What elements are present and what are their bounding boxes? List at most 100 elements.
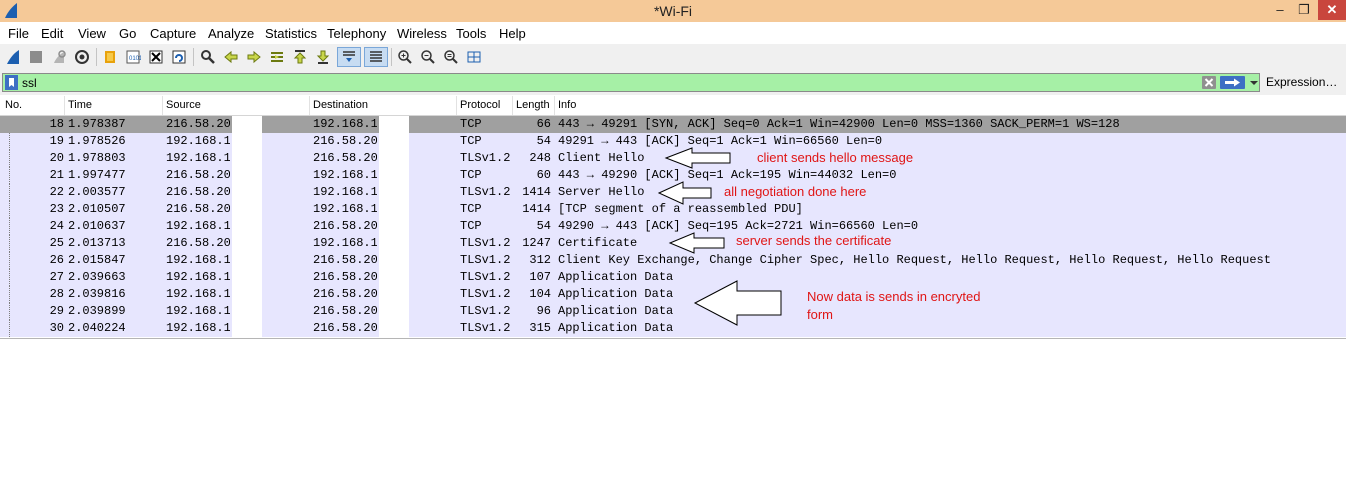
expression-button[interactable]: Expression… <box>1266 75 1337 89</box>
close-file-icon[interactable] <box>146 47 166 67</box>
packet-info: Client Key Exchange, Change Cipher Spec,… <box>558 253 1271 267</box>
menu-tools[interactable]: Tools <box>456 26 486 41</box>
menu-view[interactable]: View <box>78 26 106 41</box>
restart-icon[interactable] <box>49 47 69 67</box>
reload-file-icon[interactable] <box>169 47 189 67</box>
packet-number: 18 <box>49 117 64 131</box>
apply-filter-icon[interactable] <box>1220 76 1245 89</box>
column-header-info[interactable]: Info <box>558 99 576 111</box>
redaction-mask <box>232 235 262 252</box>
menu-telephony[interactable]: Telephony <box>327 26 386 41</box>
normal-size-icon[interactable] <box>441 47 461 67</box>
packet-protocol: TCP <box>460 134 482 148</box>
packet-number: 27 <box>49 270 64 284</box>
column-divider[interactable] <box>456 96 457 115</box>
packet-length: 1247 <box>522 236 551 250</box>
save-file-icon[interactable]: 0101 <box>123 47 143 67</box>
column-header-source[interactable]: Source <box>166 99 201 111</box>
packet-destination: 216.58.20: <box>313 219 377 233</box>
column-header-time[interactable]: Time <box>68 99 92 111</box>
table-row[interactable]: 30 2.040224 192.168.1. 216.58.20: TLSv1.2 315… <box>0 320 1346 337</box>
go-back-icon[interactable] <box>221 47 241 67</box>
packet-number: 22 <box>49 185 64 199</box>
go-to-packet-icon[interactable] <box>267 47 287 67</box>
packet-length: 107 <box>529 270 551 284</box>
find-packet-icon[interactable] <box>198 47 218 67</box>
menu-statistics[interactable]: Statistics <box>265 26 317 41</box>
bookmark-icon[interactable] <box>5 75 18 90</box>
packet-destination: 216.58.20: <box>313 253 377 267</box>
first-packet-icon[interactable] <box>290 47 310 67</box>
packet-protocol: TLSv1.2 <box>460 287 511 301</box>
packet-destination: 216.58.20: <box>313 321 377 335</box>
zoom-in-icon[interactable] <box>395 47 415 67</box>
menu-wireless[interactable]: Wireless <box>397 26 447 41</box>
redaction-mask <box>379 252 409 269</box>
packet-protocol: TLSv1.2 <box>460 270 511 284</box>
menu-go[interactable]: Go <box>119 26 136 41</box>
column-divider[interactable] <box>64 96 65 115</box>
menu-file[interactable]: File <box>8 26 29 41</box>
column-header-no[interactable]: No. <box>5 99 22 111</box>
last-packet-icon[interactable] <box>313 47 333 67</box>
open-folder-icon[interactable] <box>100 47 120 67</box>
redaction-mask <box>379 133 409 150</box>
packet-number: 20 <box>49 151 64 165</box>
packet-length: 104 <box>529 287 551 301</box>
column-divider[interactable] <box>512 96 513 115</box>
packet-info: Server Hello <box>558 185 645 199</box>
menu-help[interactable]: Help <box>499 26 526 41</box>
packet-number: 26 <box>49 253 64 267</box>
packet-source: 216.58.203 <box>166 202 230 216</box>
packet-destination: 216.58.20: <box>313 270 377 284</box>
menu-analyze[interactable]: Analyze <box>208 26 254 41</box>
autoscroll-icon[interactable] <box>337 47 361 67</box>
packet-length: 248 <box>529 151 551 165</box>
table-row[interactable]: 29 2.039899 192.168.1. 216.58.20: TLSv1.2 96 A… <box>0 303 1346 320</box>
annotation-certificate: server sends the certificate <box>736 233 892 248</box>
packet-info: Certificate <box>558 236 638 250</box>
table-row[interactable]: 18 1.978387 216.58.203 192.168.1 TCP 66 443 → … <box>0 116 1346 133</box>
redaction-mask <box>232 201 262 218</box>
packet-number: 30 <box>49 321 64 335</box>
maximize-button[interactable]: ❐ <box>1292 0 1316 20</box>
annotation-encrypted-data: Now data is sends in encryted <box>807 289 981 304</box>
packet-source: 192.168.1. <box>166 219 230 233</box>
capture-options-icon[interactable] <box>72 47 92 67</box>
table-row[interactable]: 28 2.039816 192.168.1. 216.58.20: TLSv1.2 104… <box>0 286 1346 303</box>
redaction-mask <box>232 150 262 167</box>
packet-protocol: TLSv1.2 <box>460 253 511 267</box>
filter-input[interactable] <box>22 75 1192 90</box>
column-divider[interactable] <box>162 96 163 115</box>
shark-fin-start-icon[interactable] <box>3 47 23 67</box>
redaction-mask <box>379 235 409 252</box>
menu-capture[interactable]: Capture <box>150 26 196 41</box>
menu-edit[interactable]: Edit <box>41 26 63 41</box>
packet-time: 2.040224 <box>68 321 126 335</box>
packet-destination: 216.58.20: <box>313 287 377 301</box>
column-header-length[interactable]: Length <box>516 99 550 111</box>
minimize-button[interactable]: – <box>1268 0 1292 20</box>
go-forward-icon[interactable] <box>244 47 264 67</box>
resize-columns-icon[interactable] <box>464 47 484 67</box>
zoom-out-icon[interactable] <box>418 47 438 67</box>
redaction-mask <box>232 133 262 150</box>
packet-protocol: TCP <box>460 168 482 182</box>
redaction-mask <box>379 116 409 133</box>
column-header-destination[interactable]: Destination <box>313 99 368 111</box>
column-divider[interactable] <box>309 96 310 115</box>
column-header-protocol[interactable]: Protocol <box>460 99 500 111</box>
redaction-mask <box>379 303 409 320</box>
colorize-icon[interactable] <box>364 47 388 67</box>
table-row[interactable]: 27 2.039663 192.168.1. 216.58.20: TLSv1.2 107… <box>0 269 1346 286</box>
arrow-left-icon <box>668 232 725 254</box>
packet-source: 192.168.1. <box>166 134 230 148</box>
stop-icon[interactable] <box>26 47 46 67</box>
chevron-down-icon[interactable] <box>1248 76 1260 89</box>
column-divider[interactable] <box>554 96 555 115</box>
close-button[interactable]: ✕ <box>1318 0 1346 20</box>
clear-filter-icon[interactable] <box>1202 76 1216 89</box>
redaction-mask <box>379 150 409 167</box>
packet-length: 66 <box>536 117 551 131</box>
packet-number: 29 <box>49 304 64 318</box>
